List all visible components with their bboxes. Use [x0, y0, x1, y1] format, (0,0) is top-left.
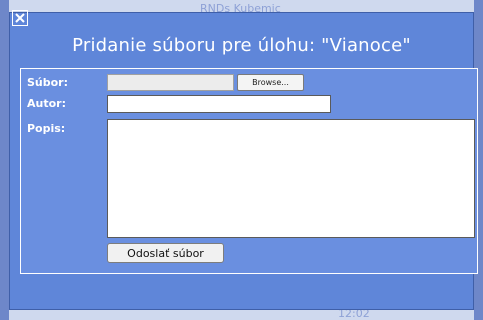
- close-icon: [14, 12, 26, 24]
- file-label: Súbor:: [27, 76, 69, 89]
- description-label: Popis:: [27, 122, 66, 135]
- author-input[interactable]: [107, 95, 331, 113]
- dialog-title: Pridanie súboru pre úlohu: "Vianoce": [72, 35, 411, 56]
- description-textarea[interactable]: [107, 119, 475, 238]
- file-path-field[interactable]: [107, 74, 234, 91]
- submit-file-button[interactable]: Odoslať súbor: [107, 243, 224, 263]
- author-label: Autor:: [27, 97, 66, 110]
- close-button[interactable]: [12, 10, 28, 26]
- browse-button[interactable]: Browse...: [237, 74, 304, 91]
